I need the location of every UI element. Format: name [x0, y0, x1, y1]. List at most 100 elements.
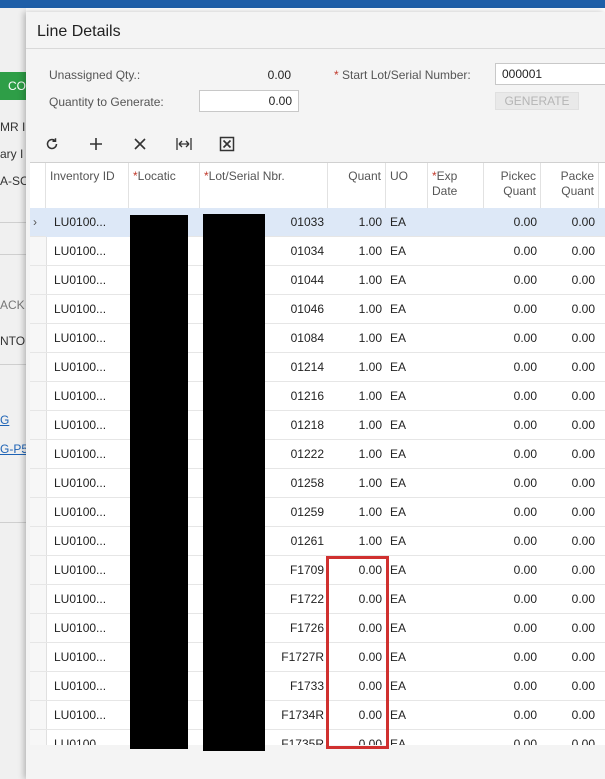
table-row[interactable]: LU0100... 01259 1.00 EA 0.00 0.00 — [30, 498, 605, 527]
cell-picked-qty[interactable]: 0.00 — [484, 730, 541, 745]
qty-to-generate-input[interactable]: 0.00 — [199, 90, 299, 112]
table-row[interactable]: LU0100... F1733 0.00 EA 0.00 0.00 — [30, 672, 605, 701]
cell-quantity[interactable]: 1.00 — [328, 440, 386, 469]
cell-picked-qty[interactable]: 0.00 — [484, 614, 541, 643]
background-link-gp5[interactable]: G-P5 — [0, 442, 26, 456]
cell-picked-qty[interactable]: 0.00 — [484, 353, 541, 382]
cell-exp-date[interactable] — [428, 614, 484, 643]
cell-exp-date[interactable] — [428, 556, 484, 585]
cell-picked-qty[interactable]: 0.00 — [484, 324, 541, 353]
table-row[interactable]: LU0100... 01044 1.00 EA 0.00 0.00 — [30, 266, 605, 295]
cell-picked-qty[interactable]: 0.00 — [484, 498, 541, 527]
cell-picked-qty[interactable]: 0.00 — [484, 643, 541, 672]
cell-quantity[interactable]: 1.00 — [328, 498, 386, 527]
cell-uom[interactable]: EA — [386, 469, 428, 498]
cell-packed-qty[interactable]: 0.00 — [541, 672, 599, 701]
cell-uom[interactable]: EA — [386, 295, 428, 324]
cell-picked-qty[interactable]: 0.00 — [484, 208, 541, 237]
table-row[interactable]: › LU0100... 01033 1.00 EA 0.00 0.00 — [30, 208, 605, 237]
cell-packed-qty[interactable]: 0.00 — [541, 556, 599, 585]
cell-uom[interactable]: EA — [386, 643, 428, 672]
plus-icon[interactable] — [85, 134, 107, 154]
start-lot-input[interactable]: 000001 — [495, 63, 605, 85]
header-exp-date[interactable]: *Exp Date — [428, 163, 484, 208]
cell-exp-date[interactable] — [428, 643, 484, 672]
cell-packed-qty[interactable]: 0.00 — [541, 498, 599, 527]
cell-inventory-id[interactable]: LU0100... — [46, 730, 129, 745]
cell-inventory-id[interactable]: LU0100... — [46, 353, 129, 382]
cell-exp-date[interactable] — [428, 440, 484, 469]
cell-quantity[interactable]: 1.00 — [328, 469, 386, 498]
cell-picked-qty[interactable]: 0.00 — [484, 556, 541, 585]
cell-picked-qty[interactable]: 0.00 — [484, 411, 541, 440]
table-row[interactable]: LU0100... 01261 1.00 EA 0.00 0.00 — [30, 527, 605, 556]
cell-picked-qty[interactable]: 0.00 — [484, 266, 541, 295]
cell-quantity[interactable]: 1.00 — [328, 353, 386, 382]
header-lot-serial[interactable]: *Lot/Serial Nbr. — [200, 163, 328, 208]
table-row[interactable]: LU0100... 01218 1.00 EA 0.00 0.00 — [30, 411, 605, 440]
cell-exp-date[interactable] — [428, 266, 484, 295]
cell-picked-qty[interactable]: 0.00 — [484, 585, 541, 614]
cell-packed-qty[interactable]: 0.00 — [541, 411, 599, 440]
table-row[interactable]: LU0100... F1735R 0.00 EA 0.00 0.00 — [30, 730, 605, 745]
cell-packed-qty[interactable]: 0.00 — [541, 440, 599, 469]
cell-exp-date[interactable] — [428, 237, 484, 266]
header-inventory-id[interactable]: Inventory ID — [46, 163, 129, 208]
cell-inventory-id[interactable]: LU0100... — [46, 556, 129, 585]
cell-quantity[interactable]: 1.00 — [328, 237, 386, 266]
cell-inventory-id[interactable]: LU0100... — [46, 469, 129, 498]
header-quantity[interactable]: Quant — [328, 163, 386, 208]
cell-inventory-id[interactable]: LU0100... — [46, 527, 129, 556]
table-row[interactable]: LU0100... F1727R 0.00 EA 0.00 0.00 — [30, 643, 605, 672]
cell-packed-qty[interactable]: 0.00 — [541, 701, 599, 730]
cell-exp-date[interactable] — [428, 672, 484, 701]
cell-exp-date[interactable] — [428, 208, 484, 237]
cell-picked-qty[interactable]: 0.00 — [484, 382, 541, 411]
cell-packed-qty[interactable]: 0.00 — [541, 527, 599, 556]
cell-packed-qty[interactable]: 0.00 — [541, 643, 599, 672]
cell-quantity[interactable]: 1.00 — [328, 382, 386, 411]
cell-uom[interactable]: EA — [386, 324, 428, 353]
header-location[interactable]: *Locatic — [129, 163, 200, 208]
cell-picked-qty[interactable]: 0.00 — [484, 701, 541, 730]
cell-quantity[interactable]: 1.00 — [328, 266, 386, 295]
table-row[interactable]: LU0100... F1734R 0.00 EA 0.00 0.00 — [30, 701, 605, 730]
table-row[interactable]: LU0100... 01084 1.00 EA 0.00 0.00 — [30, 324, 605, 353]
cell-picked-qty[interactable]: 0.00 — [484, 237, 541, 266]
table-row[interactable]: LU0100... 01216 1.00 EA 0.00 0.00 — [30, 382, 605, 411]
cell-inventory-id[interactable]: LU0100... — [46, 701, 129, 730]
cell-inventory-id[interactable]: LU0100... — [46, 440, 129, 469]
cell-exp-date[interactable] — [428, 498, 484, 527]
excel-export-icon[interactable] — [216, 134, 238, 154]
generate-button[interactable]: GENERATE — [495, 92, 579, 110]
cell-quantity[interactable]: 1.00 — [328, 527, 386, 556]
cell-picked-qty[interactable]: 0.00 — [484, 469, 541, 498]
cell-exp-date[interactable] — [428, 411, 484, 440]
cell-uom[interactable]: EA — [386, 353, 428, 382]
cell-picked-qty[interactable]: 0.00 — [484, 295, 541, 324]
cell-exp-date[interactable] — [428, 382, 484, 411]
fit-width-icon[interactable] — [173, 134, 195, 154]
cell-exp-date[interactable] — [428, 701, 484, 730]
cell-packed-qty[interactable]: 0.00 — [541, 585, 599, 614]
cell-inventory-id[interactable]: LU0100... — [46, 643, 129, 672]
cell-packed-qty[interactable]: 0.00 — [541, 295, 599, 324]
cell-uom[interactable]: EA — [386, 411, 428, 440]
table-row[interactable]: LU0100... 01222 1.00 EA 0.00 0.00 — [30, 440, 605, 469]
table-row[interactable]: LU0100... 01214 1.00 EA 0.00 0.00 — [30, 353, 605, 382]
cell-packed-qty[interactable]: 0.00 — [541, 324, 599, 353]
cell-exp-date[interactable] — [428, 730, 484, 745]
cell-packed-qty[interactable]: 0.00 — [541, 382, 599, 411]
header-uom[interactable]: UO — [386, 163, 428, 208]
cell-inventory-id[interactable]: LU0100... — [46, 237, 129, 266]
cell-quantity[interactable]: 1.00 — [328, 411, 386, 440]
cell-picked-qty[interactable]: 0.00 — [484, 672, 541, 701]
cell-picked-qty[interactable]: 0.00 — [484, 440, 541, 469]
cell-exp-date[interactable] — [428, 295, 484, 324]
cell-uom[interactable]: EA — [386, 527, 428, 556]
table-row[interactable]: LU0100... F1709 0.00 EA 0.00 0.00 — [30, 556, 605, 585]
cell-exp-date[interactable] — [428, 324, 484, 353]
cell-inventory-id[interactable]: LU0100... — [46, 411, 129, 440]
cell-inventory-id[interactable]: LU0100... — [46, 498, 129, 527]
cell-packed-qty[interactable]: 0.00 — [541, 469, 599, 498]
